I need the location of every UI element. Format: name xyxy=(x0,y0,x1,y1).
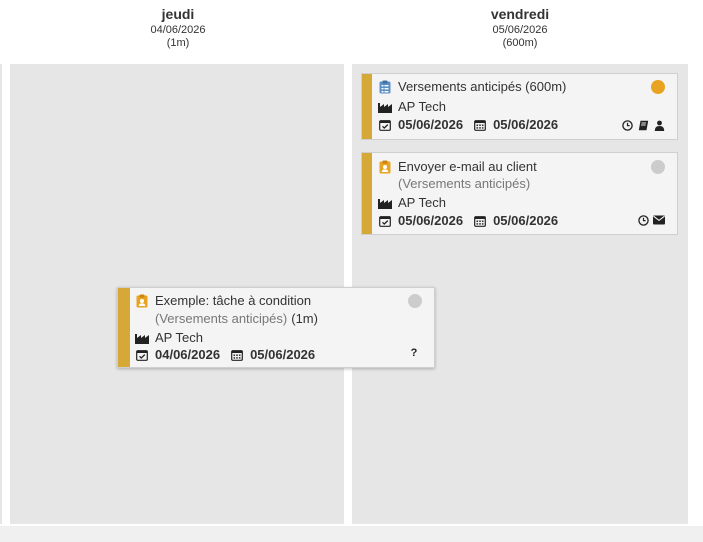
calendar-icon xyxy=(230,348,244,362)
card-company: AP Tech xyxy=(398,99,446,114)
clock-icon[interactable] xyxy=(621,119,633,131)
calendar-icon xyxy=(473,118,487,132)
card-duration: (1m) xyxy=(291,311,318,326)
day-name: jeudi xyxy=(161,6,195,22)
day-duration: (600m) xyxy=(502,37,538,50)
task-card-exemple-condition[interactable]: Exemple: tâche à condition (Versements a… xyxy=(117,287,435,368)
column-header-vendredi: vendredi 05/06/2026 (600m) xyxy=(352,6,688,51)
factory-icon xyxy=(378,196,392,210)
day-date: 04/06/2026 xyxy=(150,23,206,36)
calendar-check-icon xyxy=(135,348,149,362)
card-end-date: 05/06/2026 xyxy=(493,213,559,228)
clock-icon[interactable] xyxy=(637,214,649,226)
calendar-check-icon xyxy=(378,118,392,132)
factory-icon xyxy=(135,331,149,345)
card-subtitle: (Versements anticipés) xyxy=(398,176,531,191)
user-icon[interactable] xyxy=(653,119,665,131)
card-subtitle: (Versements anticipés) xyxy=(155,311,288,326)
task-card-versements-anticipes[interactable]: Versements anticipés (600m) AP Tech 05/0… xyxy=(361,73,678,140)
envelope-icon[interactable] xyxy=(653,214,665,226)
calendar-icon xyxy=(473,214,487,228)
calendar-check-icon xyxy=(378,214,392,228)
card-accent-bar xyxy=(362,153,372,234)
status-indicator[interactable] xyxy=(408,294,422,308)
day-duration: (1m) xyxy=(166,37,190,50)
clipboard-list-icon xyxy=(378,80,392,94)
person-badge-icon xyxy=(378,160,392,174)
book-icon[interactable] xyxy=(637,119,649,131)
card-company: AP Tech xyxy=(155,330,203,345)
status-indicator[interactable] xyxy=(651,160,665,174)
right-gutter xyxy=(690,0,703,526)
factory-icon xyxy=(378,100,392,114)
previous-column-edge xyxy=(0,64,2,524)
card-title: Versements anticipés (600m) xyxy=(398,79,567,94)
card-accent-bar xyxy=(118,288,130,367)
day-name: vendredi xyxy=(490,6,550,22)
column-header-jeudi: jeudi 04/06/2026 (1m) xyxy=(12,6,344,51)
task-card-envoyer-email[interactable]: Envoyer e-mail au client (Versements ant… xyxy=(361,152,678,235)
card-end-date: 05/06/2026 xyxy=(250,347,316,362)
unknown-assignee-icon[interactable]: ? xyxy=(408,347,420,359)
card-start-date: 04/06/2026 xyxy=(155,347,221,362)
person-badge-icon xyxy=(135,294,149,308)
card-company: AP Tech xyxy=(398,195,446,210)
card-title: Exemple: tâche à condition xyxy=(155,293,312,308)
card-title: Envoyer e-mail au client xyxy=(398,159,537,174)
card-end-date: 05/06/2026 xyxy=(493,117,559,132)
card-accent-bar xyxy=(362,74,372,139)
status-indicator[interactable] xyxy=(651,80,665,94)
day-date: 05/06/2026 xyxy=(492,23,548,36)
card-start-date: 05/06/2026 xyxy=(398,117,464,132)
card-start-date: 05/06/2026 xyxy=(398,213,464,228)
